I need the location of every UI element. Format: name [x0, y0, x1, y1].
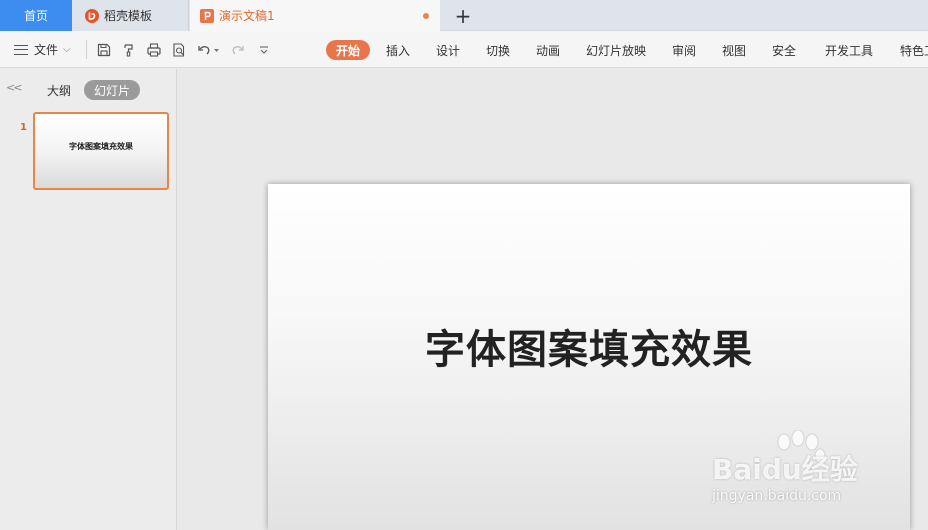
presentation-icon: [200, 8, 214, 23]
tab-home[interactable]: 首页: [0, 0, 72, 31]
file-menu-button[interactable]: 文件 ⌵: [14, 31, 71, 68]
watermark-url: jingyan.baidu.com: [712, 488, 842, 504]
tab-presentation[interactable]: 演示文稿1: [190, 0, 440, 31]
new-tab-button[interactable]: +: [452, 0, 474, 31]
collapse-panel-icon[interactable]: <<: [6, 81, 23, 94]
ribbon-tab-animations[interactable]: 动画: [530, 40, 566, 60]
ribbon-tab-design[interactable]: 设计: [430, 40, 466, 60]
tab-outline[interactable]: 大纲: [44, 80, 74, 100]
slide-thumbnail[interactable]: 字体图案填充效果: [33, 112, 169, 190]
ribbon-tab-developer[interactable]: 开发工具: [818, 40, 880, 60]
tab-home-label: 首页: [23, 9, 48, 23]
ribbon-tab-home[interactable]: 开始: [326, 40, 370, 60]
menu-icon: [14, 44, 28, 55]
slide-thumbnail-title: 字体图案填充效果: [69, 141, 133, 151]
tab-doc-label: 演示文稿1: [219, 9, 275, 23]
unsaved-indicator: [423, 13, 429, 19]
file-menu-label: 文件: [34, 43, 59, 57]
ribbon-tab-security[interactable]: 安全: [766, 40, 802, 60]
title-tab-bar: 首页 稻壳模板 演示文稿1 +: [0, 0, 928, 31]
print-preview-icon[interactable]: [171, 42, 187, 58]
ribbon-tab-view[interactable]: 视图: [716, 40, 752, 60]
chevron-down-icon: ⌵: [63, 44, 71, 55]
print-icon[interactable]: [146, 42, 162, 58]
slide-navigation-panel: << 大纲 幻灯片 1 字体图案填充效果: [0, 69, 177, 530]
format-painter-icon[interactable]: [121, 42, 137, 58]
toolbar: 文件 ⌵ 开始 插入 设计 切换 动画 幻灯片放映 审阅 视图 安全 开发工具 …: [0, 31, 928, 68]
toolbar-divider: [86, 40, 87, 59]
ribbon-tab-insert[interactable]: 插入: [380, 40, 416, 60]
slide-title-text[interactable]: 字体图案填充效果: [268, 317, 910, 375]
ribbon-tab-slideshow[interactable]: 幻灯片放映: [581, 40, 651, 60]
save-icon[interactable]: [96, 42, 112, 58]
watermark-brand: Baidu经验: [712, 453, 858, 486]
ribbon-tab-transitions[interactable]: 切换: [480, 40, 516, 60]
docer-icon: [85, 8, 99, 23]
redo-icon[interactable]: [230, 42, 246, 58]
undo-icon[interactable]: [196, 42, 222, 58]
ribbon-tab-features[interactable]: 特色工: [900, 40, 928, 60]
more-icon[interactable]: [256, 42, 272, 58]
tab-template-label: 稻壳模板: [104, 9, 153, 23]
tab-docer-template[interactable]: 稻壳模板: [73, 0, 189, 31]
ribbon-tab-review[interactable]: 审阅: [666, 40, 702, 60]
slide-number: 1: [20, 122, 27, 133]
tab-slides[interactable]: 幻灯片: [84, 80, 140, 100]
